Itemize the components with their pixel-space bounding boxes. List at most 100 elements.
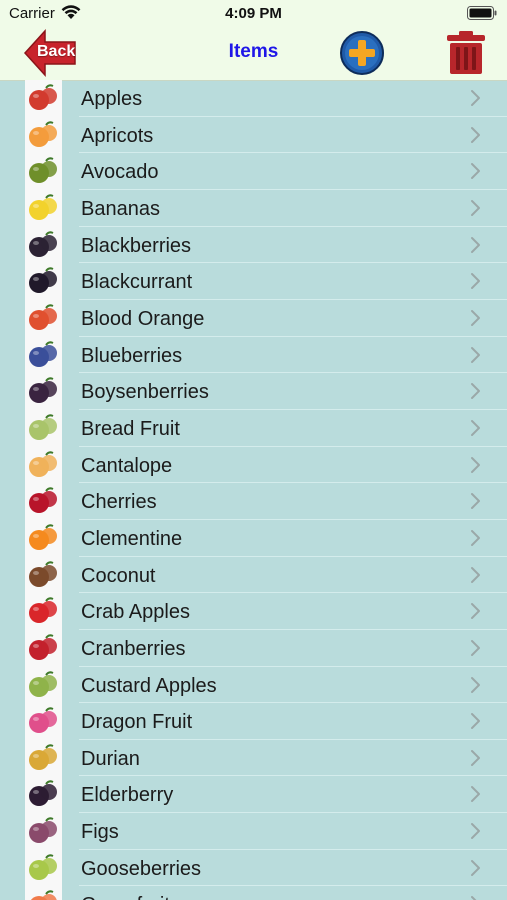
chevron-right-icon [471, 493, 480, 510]
list-item-label: Custard Apples [81, 674, 217, 697]
list-item[interactable]: Elderberry [0, 776, 507, 814]
chevron-right-icon [471, 163, 480, 180]
fruit-thumbnail-icon [29, 157, 57, 184]
fruit-thumbnail-icon [29, 304, 57, 330]
chevron-right-icon [471, 346, 480, 363]
list-item[interactable]: Apricots [0, 117, 507, 154]
delete-button[interactable] [445, 30, 487, 76]
list-item-label: Durian [81, 747, 140, 770]
list-item-label: Blackberries [81, 234, 192, 257]
fruit-thumbnail-icon [29, 670, 57, 697]
list-item-label: Crab Apples [81, 601, 190, 624]
chevron-right-icon [471, 199, 480, 216]
fruit-thumbnail-icon [31, 890, 57, 900]
list-item[interactable]: Durian [0, 740, 507, 777]
fruit-thumbnail-icon [29, 597, 57, 624]
fruit-thumbnail-icon [29, 377, 57, 404]
fruit-thumbnail-icon [29, 560, 57, 587]
list-item-label: Cherries [81, 491, 157, 514]
list-item[interactable]: Gooseberries [0, 850, 507, 887]
fruit-thumbnail-icon [29, 854, 57, 880]
chevron-right-icon [471, 236, 480, 253]
chevron-right-icon [471, 419, 480, 436]
list-item-label: Apricots [81, 124, 154, 147]
chevron-right-icon [471, 566, 480, 583]
chevron-right-icon [471, 603, 480, 620]
fruit-thumbnail-icon [29, 744, 57, 770]
chevron-right-icon [471, 896, 476, 900]
chevron-right-icon [471, 529, 480, 546]
chevron-right-icon [471, 639, 480, 656]
list-item-label: Avocado [81, 161, 159, 184]
trash-icon [447, 31, 485, 74]
list-item-label: Figs [81, 821, 119, 844]
list-item[interactable]: Clementine [0, 520, 507, 557]
chevron-right-icon [471, 859, 480, 876]
fruit-thumbnail-icon [29, 450, 57, 477]
list-item-label: Blackcurrant [81, 271, 193, 294]
items-list: Apples Apricots Avocado Bananas Blackberries… [0, 80, 507, 900]
chevron-right-icon [471, 383, 480, 400]
list-item-label: Bread Fruit [81, 417, 180, 440]
list-item[interactable]: Blueberries [0, 337, 507, 374]
fruit-thumbnail-icon [29, 634, 57, 660]
fruit-thumbnail-icon [29, 414, 57, 440]
list-item-label: Elderberry [81, 784, 174, 807]
fruit-thumbnail-icon [29, 817, 57, 844]
fruit-thumbnail-icon [29, 340, 57, 367]
chevron-right-icon [471, 90, 480, 106]
list-item-label: Apples [81, 88, 143, 110]
list-item[interactable]: Apples [0, 80, 507, 117]
chevron-right-icon [471, 713, 480, 730]
battery-icon [467, 6, 497, 20]
list-item[interactable]: Blackberries [0, 227, 507, 264]
list-item[interactable]: Cherries [0, 483, 507, 520]
chevron-right-icon [471, 273, 480, 290]
list-item[interactable]: Dragon Fruit [0, 703, 507, 740]
list-item-label: Cranberries [81, 637, 186, 660]
list-item[interactable]: Crab Apples [0, 593, 507, 630]
list-item-label: Gooseberries [81, 857, 202, 880]
chevron-right-icon [471, 456, 480, 473]
status-bar: Carrier 4:09 PM [0, 0, 507, 26]
status-time: 4:09 PM [225, 5, 282, 22]
fruit-thumbnail-icon [29, 524, 57, 550]
chevron-right-icon [471, 749, 480, 766]
chevron-right-icon [471, 126, 480, 143]
chevron-right-icon [471, 676, 480, 693]
list-item[interactable]: Coconut [0, 557, 507, 594]
list-item[interactable]: Custard Apples [0, 667, 507, 704]
fruit-thumbnail-icon [29, 780, 57, 807]
chevron-right-icon [471, 823, 480, 840]
fruit-thumbnail-icon [29, 707, 57, 734]
fruit-thumbnail-icon [29, 121, 57, 147]
fruit-thumbnail-icon [29, 84, 57, 110]
list-item[interactable]: Bananas [0, 190, 507, 227]
fruit-thumbnail-icon [29, 267, 57, 294]
list-item-label: Grapefruit [81, 894, 170, 900]
navigation-bar: Back Items [0, 26, 507, 81]
list-item[interactable]: Grapefruit [0, 886, 507, 900]
list-item[interactable]: Cranberries [0, 630, 507, 667]
list-item-label: Blueberries [81, 344, 183, 367]
plus-icon [340, 31, 384, 75]
fruit-thumbnail-icon [29, 487, 57, 514]
fruit-thumbnail-icon [29, 230, 57, 257]
list-item[interactable]: Avocado [0, 153, 507, 190]
list-item-label: Clementine [81, 527, 183, 550]
list-item[interactable]: Bread Fruit [0, 410, 507, 447]
list-item[interactable]: Blood Orange [0, 300, 507, 337]
add-item-button[interactable] [338, 29, 386, 77]
page-title: Items [228, 41, 279, 62]
list-item[interactable]: Boysenberries [0, 373, 507, 410]
chevron-right-icon [471, 309, 480, 326]
list-item[interactable]: Figs [0, 813, 507, 850]
list-item[interactable]: Blackcurrant [0, 263, 507, 300]
list-item-label: Cantalope [81, 454, 173, 477]
list-item-label: Blood Orange [81, 307, 205, 330]
list-item-label: Dragon Fruit [81, 711, 193, 734]
list-item-label: Boysenberries [81, 381, 209, 404]
list-item[interactable]: Cantalope [0, 447, 507, 484]
chevron-right-icon [471, 786, 480, 803]
list-item-label: Bananas [81, 197, 160, 220]
